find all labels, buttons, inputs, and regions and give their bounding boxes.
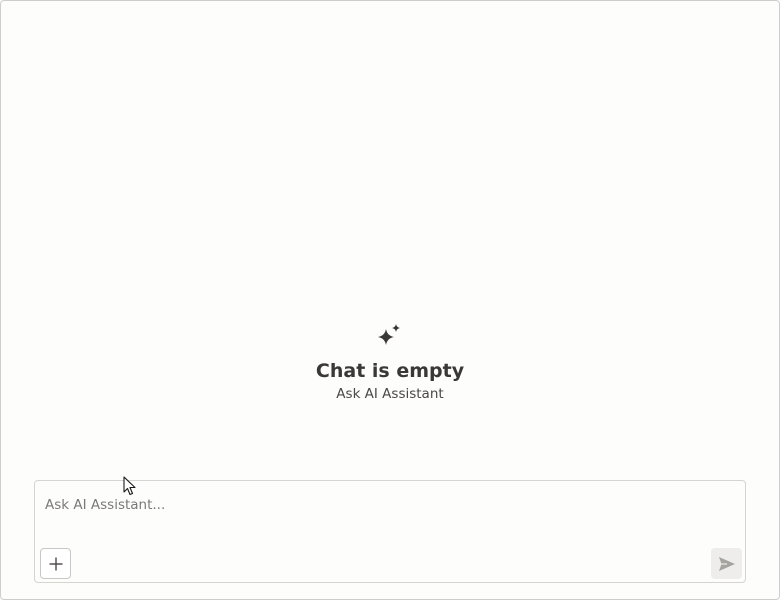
plus-icon [49,557,62,570]
send-icon [718,556,735,571]
send-button[interactable] [711,548,742,579]
chat-composer [34,480,746,583]
chat-panel: Chat is empty Ask AI Assistant [0,0,780,600]
chat-input[interactable] [45,497,725,537]
add-attachment-button[interactable] [40,548,71,579]
empty-state: Chat is empty Ask AI Assistant [1,323,779,403]
sparkle-icon [378,324,400,345]
empty-state-subtitle: Ask AI Assistant [336,386,444,402]
empty-state-title: Chat is empty [315,360,465,382]
